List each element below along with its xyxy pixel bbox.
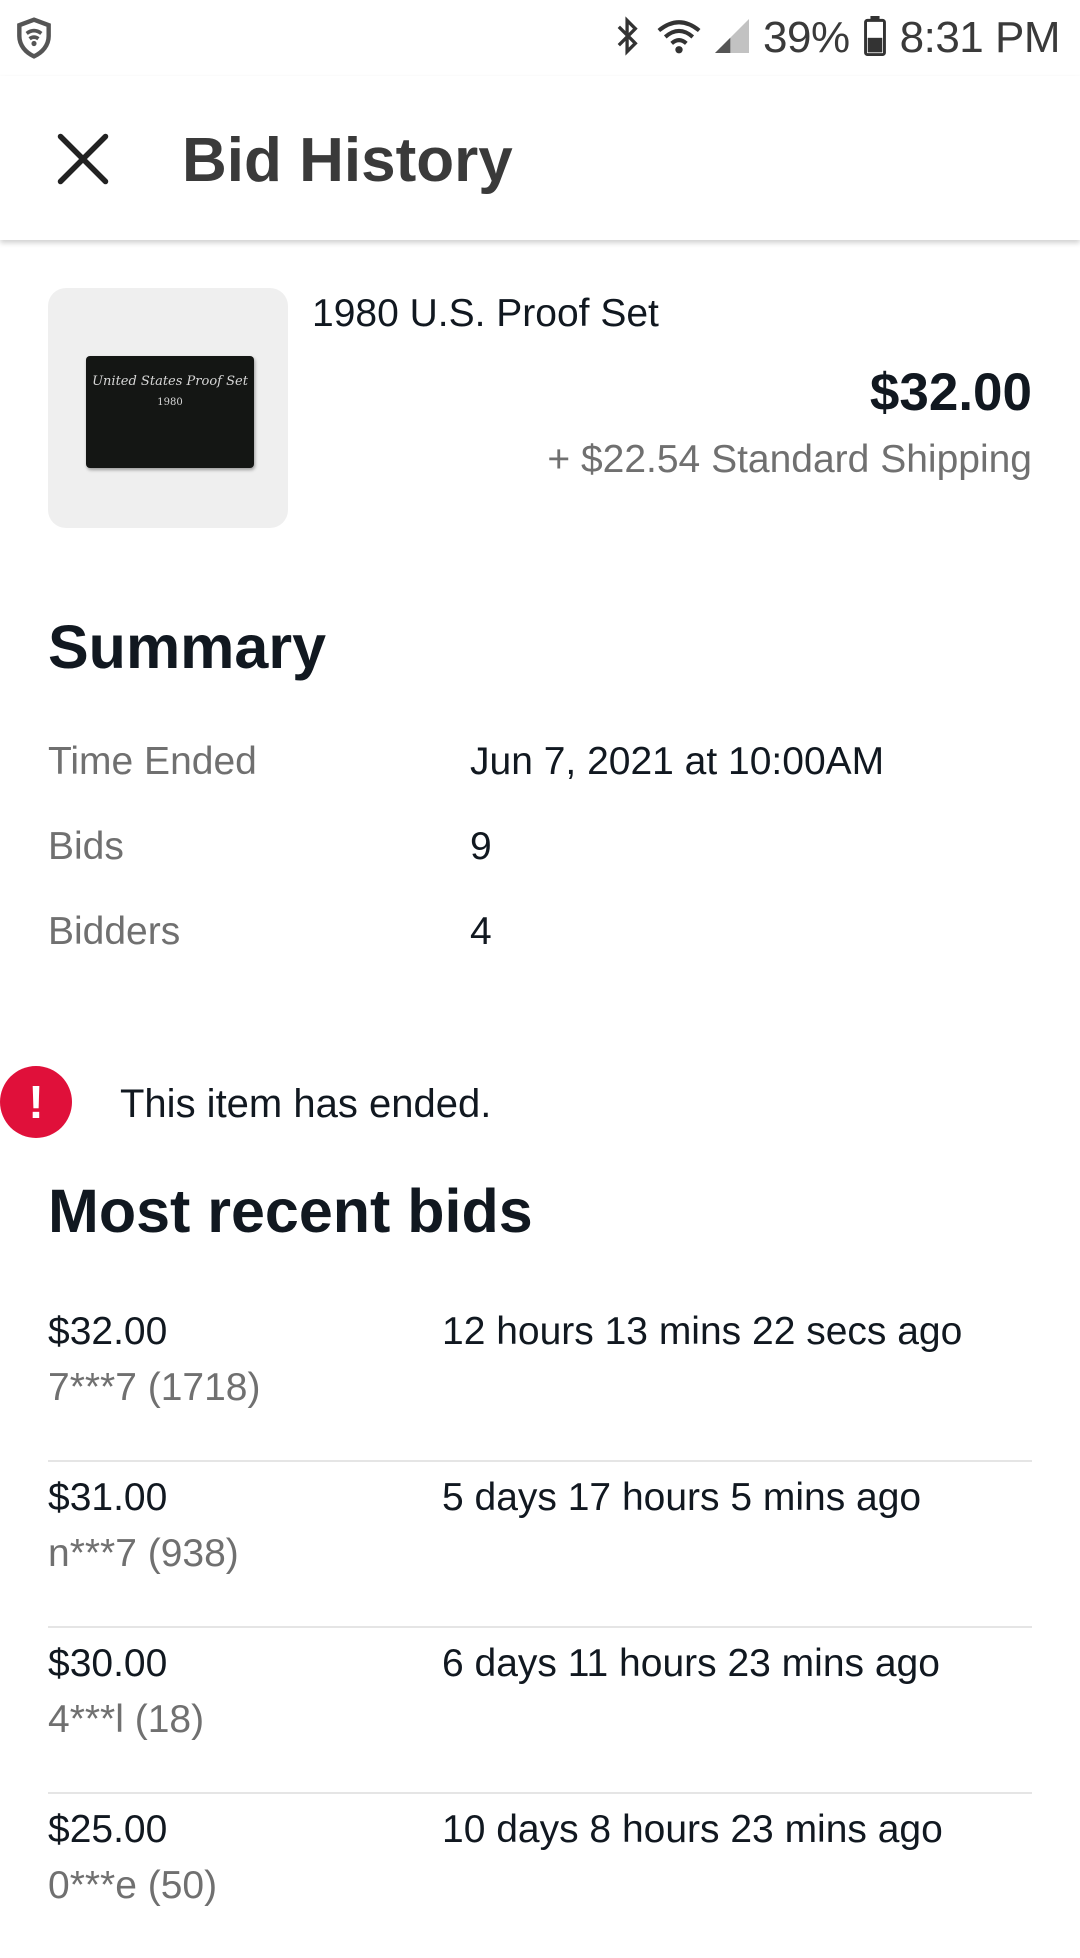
bids-list: $32.00 7***7 (1718) 12 hours 13 mins 22 … xyxy=(48,1296,1032,1958)
summary-row-bidders: Bidders 4 xyxy=(48,910,1032,970)
bid-row: $25.00 0***e (50) 10 days 8 hours 23 min… xyxy=(48,1794,1032,1958)
bid-amount: $32.00 xyxy=(48,1310,168,1353)
close-icon xyxy=(53,129,113,194)
battery-percent: 39% xyxy=(763,13,850,62)
summary-value: Jun 7, 2021 at 10:00AM xyxy=(470,740,885,783)
page-title: Bid History xyxy=(182,126,513,195)
bid-amount: $25.00 xyxy=(48,1808,168,1851)
proof-set-image: United States Proof Set 1980 xyxy=(86,356,254,468)
alert-icon: ! xyxy=(0,1066,72,1138)
summary-value: 4 xyxy=(470,910,492,953)
summary-label: Bids xyxy=(48,825,124,868)
bidder-id: 7***7 (1718) xyxy=(48,1366,261,1409)
shipping-cost: + $22.54 Standard Shipping xyxy=(547,438,1032,481)
bidder-id: n***7 (938) xyxy=(48,1532,239,1575)
bidder-id: 0***e (50) xyxy=(48,1864,218,1907)
item-price: $32.00 xyxy=(869,363,1032,422)
app-bar: Bid History xyxy=(0,76,1080,240)
alert-text: This item has ended. xyxy=(120,1082,492,1126)
status-bar: 39% 8:31 PM xyxy=(0,0,1080,76)
bid-row: $30.00 4***l (18) 6 days 11 hours 23 min… xyxy=(48,1628,1032,1794)
bidder-id: 4***l (18) xyxy=(48,1698,205,1741)
bid-time: 6 days 11 hours 23 mins ago xyxy=(442,1642,940,1685)
signal-icon xyxy=(715,18,750,59)
bid-time: 10 days 8 hours 23 mins ago xyxy=(442,1808,943,1851)
image-text-line1: United States Proof Set xyxy=(92,374,248,389)
item-summary: United States Proof Set 1980 1980 U.S. P… xyxy=(48,288,1032,528)
item-thumbnail[interactable]: United States Proof Set 1980 xyxy=(48,288,288,528)
shield-icon xyxy=(12,16,56,65)
bid-row: $31.00 n***7 (938) 5 days 17 hours 5 min… xyxy=(48,1462,1032,1628)
summary-row-bids: Bids 9 xyxy=(48,825,1032,885)
summary-label: Bidders xyxy=(48,910,181,953)
close-button[interactable] xyxy=(40,118,126,204)
recent-bids-heading: Most recent bids xyxy=(48,1177,533,1245)
summary-row-time-ended: Time Ended Jun 7, 2021 at 10:00AM xyxy=(48,740,1032,800)
bid-time: 5 days 17 hours 5 mins ago xyxy=(442,1476,922,1519)
summary-label: Time Ended xyxy=(48,740,257,783)
summary-heading: Summary xyxy=(48,613,327,681)
bid-row: $32.00 7***7 (1718) 12 hours 13 mins 22 … xyxy=(48,1296,1032,1462)
ended-alert: ! This item has ended. xyxy=(0,1066,1080,1142)
bid-amount: $30.00 xyxy=(48,1642,168,1685)
bid-amount: $31.00 xyxy=(48,1476,168,1519)
clock: 8:31 PM xyxy=(899,13,1061,62)
wifi-icon xyxy=(657,16,701,61)
summary-value: 9 xyxy=(470,825,492,868)
bluetooth-icon xyxy=(613,14,643,63)
image-text-line2: 1980 xyxy=(157,397,183,408)
item-title[interactable]: 1980 U.S. Proof Set xyxy=(312,292,659,336)
battery-icon xyxy=(863,15,886,61)
bid-time: 12 hours 13 mins 22 secs ago xyxy=(442,1310,963,1353)
